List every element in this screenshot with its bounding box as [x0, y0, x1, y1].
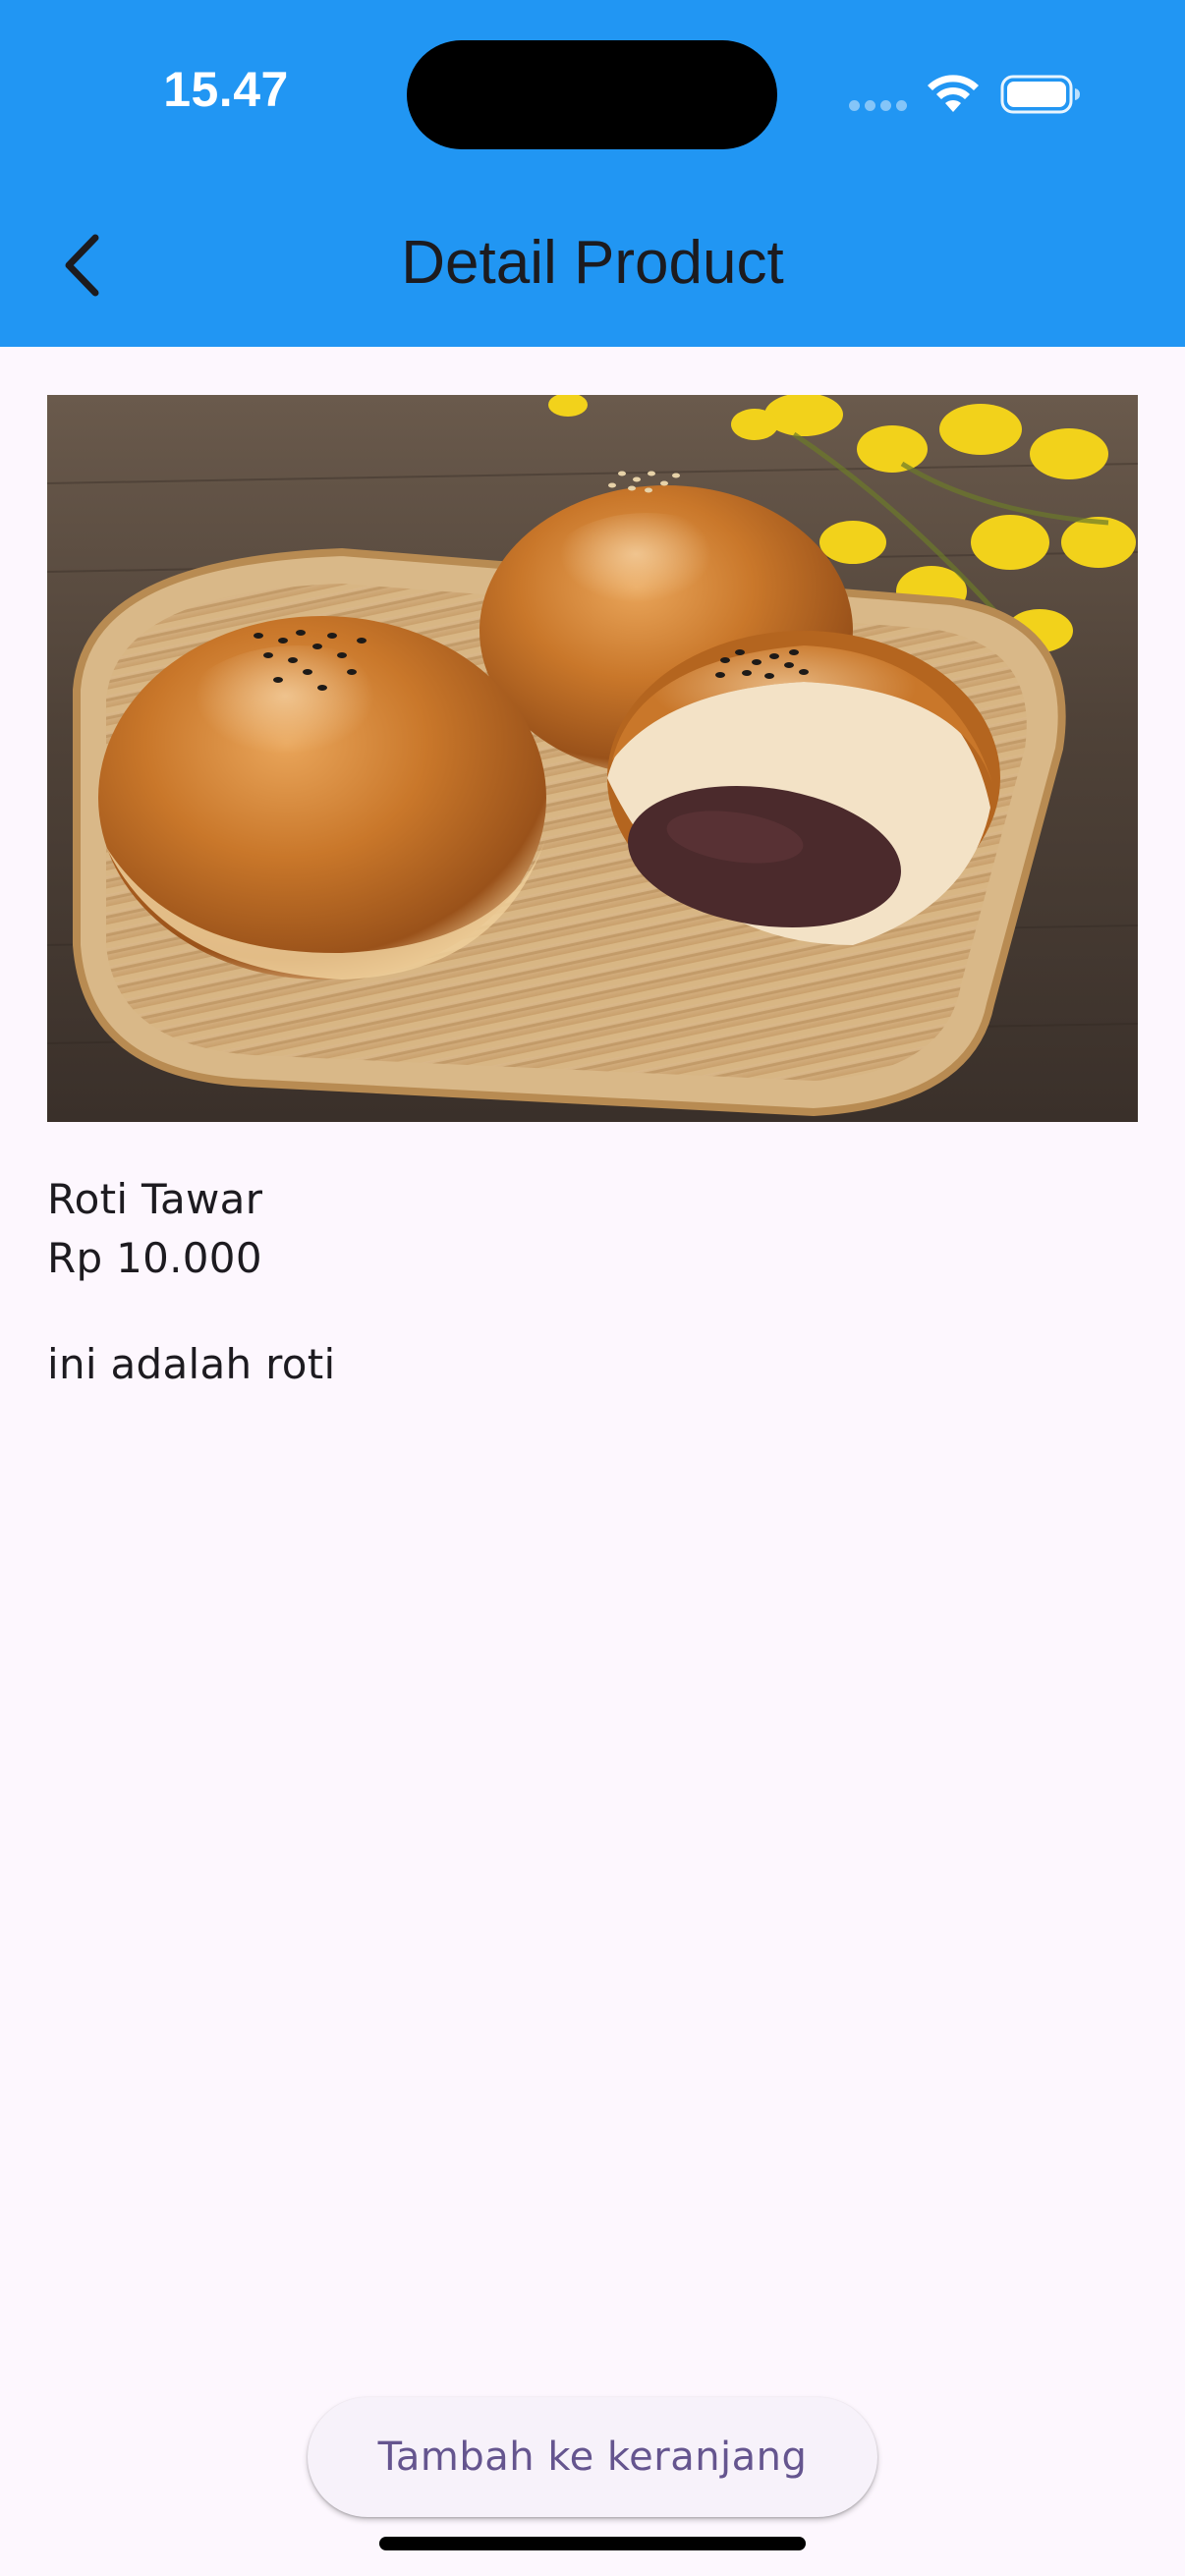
add-to-cart-label: Tambah ke keranjang	[377, 2435, 808, 2480]
product-name: Roti Tawar	[47, 1175, 263, 1223]
app-bar: 15.47 Detail Product	[0, 0, 1185, 347]
back-button[interactable]	[39, 216, 128, 314]
status-time: 15.47	[163, 62, 289, 117]
product-price: Rp 10.000	[47, 1234, 262, 1282]
add-to-cart-button[interactable]: Tambah ke keranjang	[308, 2397, 877, 2517]
battery-icon	[1000, 75, 1080, 114]
chevron-left-icon	[65, 234, 99, 297]
page-title: Detail Product	[401, 229, 784, 297]
product-description: ini adalah roti	[47, 1340, 336, 1388]
cellular-signal-icon	[849, 100, 908, 112]
wifi-icon	[928, 75, 979, 112]
product-image	[47, 395, 1138, 1122]
dynamic-island	[407, 40, 777, 149]
home-indicator	[379, 2537, 806, 2550]
